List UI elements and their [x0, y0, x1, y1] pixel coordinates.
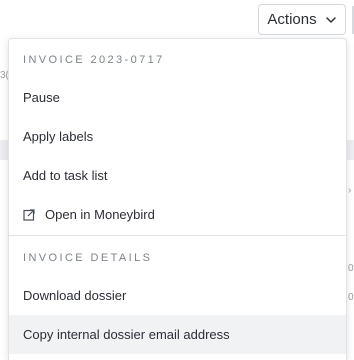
menu-item-pause[interactable]: Pause [9, 78, 346, 117]
background-fragment: › [348, 185, 352, 196]
section-header-invoice-details: INVOICE DETAILS [23, 252, 153, 264]
menu-item-label: Pause [23, 90, 60, 105]
actions-dropdown-menu: INVOICE 2023-0717 Pause Apply labels Add… [8, 38, 347, 360]
actions-button-label: Actions [267, 11, 317, 28]
external-link-icon [23, 208, 35, 221]
menu-divider [9, 235, 346, 236]
menu-item-add-to-task-list[interactable]: Add to task list [9, 156, 346, 195]
menu-item-copy-dossier-email[interactable]: Copy internal dossier email address [9, 315, 346, 354]
menu-item-label: Apply labels [23, 129, 94, 144]
actions-button[interactable]: Actions [258, 4, 346, 35]
background-fragment: 0 [348, 263, 354, 274]
background-row [347, 140, 354, 160]
background-row [0, 140, 8, 160]
background-fragment: 0 [348, 292, 354, 303]
menu-item-download-dossier[interactable]: Download dossier [9, 276, 346, 315]
menu-item-label: Copy internal dossier email address [23, 327, 230, 342]
menu-item-label: Open in Moneybird [45, 207, 155, 222]
menu-item-label: Download dossier [23, 288, 127, 303]
menu-item-label: Add to task list [23, 168, 108, 183]
section-header-invoice: INVOICE 2023-0717 [23, 54, 165, 66]
chevron-down-icon [325, 14, 337, 26]
menu-item-open-in-moneybird[interactable]: Open in Moneybird [9, 195, 346, 234]
menu-item-apply-labels[interactable]: Apply labels [9, 117, 346, 156]
